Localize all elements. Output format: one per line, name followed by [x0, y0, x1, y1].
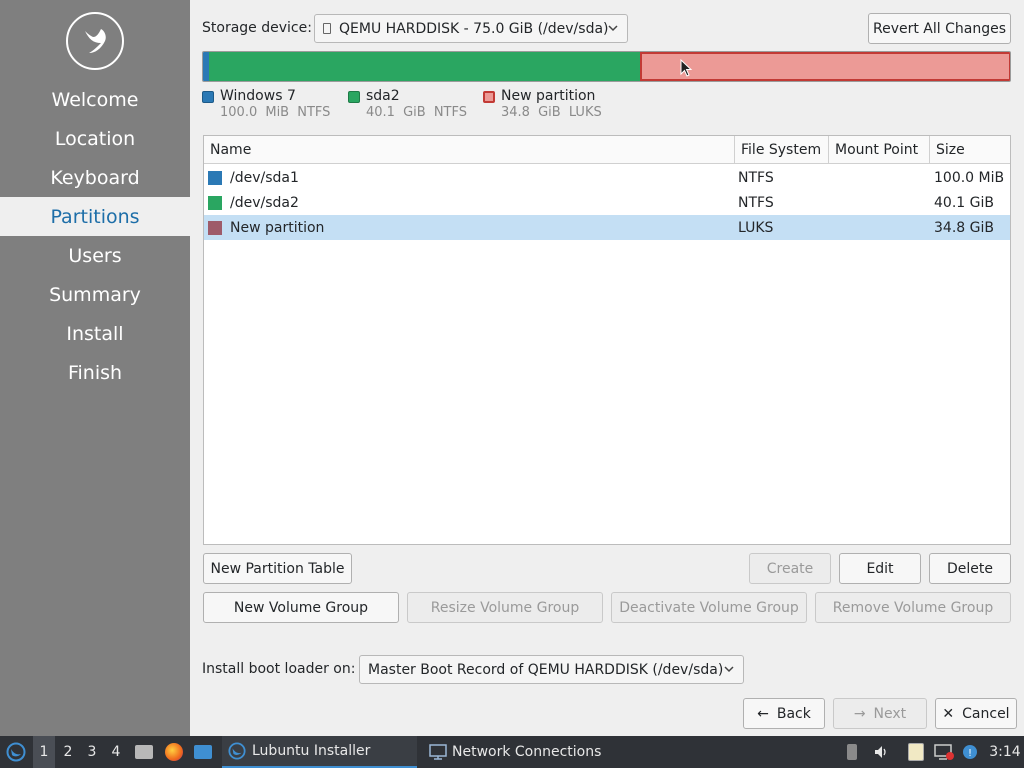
column-header-mount-point[interactable]: Mount Point — [829, 136, 930, 164]
partition-bar-segment-sda2[interactable] — [209, 52, 640, 81]
storage-device-select[interactable]: QEMU HARDDISK - 75.0 GiB (/dev/sda) — [314, 14, 628, 43]
sidebar-item-keyboard: Keyboard — [50, 166, 140, 189]
table-row-selected[interactable]: New partition LUKS 34.8 GiB — [204, 215, 1010, 240]
mouse-cursor-icon — [680, 59, 693, 77]
remove-volume-group-button[interactable]: Remove Volume Group — [815, 592, 1011, 623]
sidebar-item-install: Install — [66, 322, 124, 345]
cell-size: 40.1 GiB — [934, 194, 994, 211]
notification-icon[interactable]: ! — [960, 736, 980, 768]
deactivate-volume-group-button[interactable]: Deactivate Volume Group — [611, 592, 807, 623]
column-header-file-system[interactable]: File System — [735, 136, 829, 164]
column-header-name[interactable]: Name — [204, 136, 735, 164]
sidebar-item-finish: Finish — [67, 361, 123, 384]
task-network-connections[interactable]: Network Connections — [422, 736, 622, 768]
lubuntu-logo-icon — [66, 12, 124, 70]
network-icon — [429, 744, 447, 760]
sidebar: Welcome Location Keyboard Partitions Use… — [0, 0, 190, 736]
cancel-button[interactable]: ✕ Cancel — [935, 698, 1017, 729]
table-header: Name File System Mount Point Size — [204, 136, 1010, 164]
sidebar-item-location: Location — [54, 127, 136, 150]
lubuntu-icon — [228, 742, 246, 760]
chevron-down-icon — [724, 666, 734, 673]
partition-table: Name File System Mount Point Size /dev/s… — [203, 135, 1011, 545]
table-row[interactable]: /dev/sda1 NTFS 100.0 MiB — [204, 165, 1010, 190]
table-row[interactable]: /dev/sda2 NTFS 40.1 GiB — [204, 190, 1010, 215]
clipboard-icon[interactable] — [906, 736, 926, 768]
close-icon: ✕ — [942, 705, 955, 722]
partition-bar-segment-new-partition[interactable] — [640, 52, 1010, 81]
back-button[interactable]: ← Back — [743, 698, 825, 729]
network-status-icon[interactable] — [932, 736, 956, 768]
show-desktop-icon[interactable] — [193, 736, 213, 768]
task-lubuntu-installer[interactable]: Lubuntu Installer — [222, 736, 417, 768]
sidebar-item-welcome: Welcome — [51, 88, 139, 111]
legend-info: 100.0 MiB NTFS — [220, 105, 331, 120]
harddisk-icon — [323, 23, 331, 34]
file-manager-icon[interactable] — [134, 736, 154, 768]
partition-color-swatch — [208, 170, 222, 185]
new-partition-table-button[interactable]: New Partition Table — [203, 553, 352, 584]
legend-swatch — [202, 91, 214, 103]
desktop-1[interactable]: 1 — [33, 736, 55, 768]
cell-name: /dev/sda2 — [208, 190, 299, 215]
column-header-size[interactable]: Size — [930, 136, 1010, 164]
storage-device-label: Storage device: — [202, 20, 312, 36]
desktop-3[interactable]: 3 — [81, 736, 103, 768]
legend-name: sda2 — [366, 88, 400, 104]
cell-size: 34.8 GiB — [934, 219, 994, 236]
bootloader-select[interactable]: Master Boot Record of QEMU HARDDISK (/de… — [359, 655, 744, 684]
cell-file-system: NTFS — [738, 169, 774, 186]
bootloader-label: Install boot loader on: — [202, 661, 356, 677]
arrow-left-icon: ← — [757, 705, 769, 722]
legend-name: New partition — [501, 88, 596, 104]
volume-icon[interactable] — [872, 736, 890, 768]
storage-device-value: QEMU HARDDISK - 75.0 GiB (/dev/sda) — [339, 20, 609, 37]
partition-color-swatch — [208, 220, 222, 235]
partitions-page: Storage device: QEMU HARDDISK - 75.0 GiB… — [190, 0, 1024, 736]
bootloader-value: Master Boot Record of QEMU HARDDISK (/de… — [368, 661, 724, 678]
svg-text:!: ! — [968, 748, 972, 759]
sidebar-nav: Welcome Location Keyboard Partitions Use… — [0, 80, 190, 392]
legend-info: 34.8 GiB LUKS — [501, 105, 602, 120]
cell-size: 100.0 MiB — [934, 169, 1005, 186]
legend-name: Windows 7 — [220, 88, 296, 104]
cell-name: New partition — [208, 215, 324, 240]
resize-volume-group-button[interactable]: Resize Volume Group — [407, 592, 603, 623]
create-button[interactable]: Create — [749, 553, 831, 584]
legend-info: 40.1 GiB NTFS — [366, 105, 467, 120]
cell-name: /dev/sda1 — [208, 165, 299, 190]
partition-bar — [202, 51, 1011, 82]
taskbar: 1 2 3 4 Lubuntu Installer Network Connec… — [0, 736, 1024, 768]
new-volume-group-button[interactable]: New Volume Group — [203, 592, 399, 623]
start-menu-icon[interactable] — [4, 736, 28, 768]
revert-all-changes-button[interactable]: Revert All Changes — [868, 13, 1011, 44]
edit-button[interactable]: Edit — [839, 553, 921, 584]
chevron-down-icon — [608, 25, 618, 32]
cell-file-system: NTFS — [738, 194, 774, 211]
next-button[interactable]: → Next — [833, 698, 927, 729]
desktop-4[interactable]: 4 — [105, 736, 127, 768]
legend-swatch — [348, 91, 360, 103]
clock[interactable]: 3:14 — [988, 736, 1022, 768]
arrow-right-icon: → — [853, 705, 866, 722]
legend-swatch — [483, 91, 495, 103]
sidebar-item-partitions: Partitions — [0, 197, 190, 236]
delete-button[interactable]: Delete — [929, 553, 1011, 584]
desktop-2[interactable]: 2 — [57, 736, 79, 768]
sidebar-item-summary: Summary — [49, 283, 141, 306]
cell-file-system: LUKS — [738, 219, 774, 236]
partition-color-swatch — [208, 195, 222, 210]
firefox-icon[interactable] — [164, 736, 184, 768]
removable-media-icon[interactable] — [844, 736, 860, 768]
sidebar-item-users: Users — [68, 244, 122, 267]
